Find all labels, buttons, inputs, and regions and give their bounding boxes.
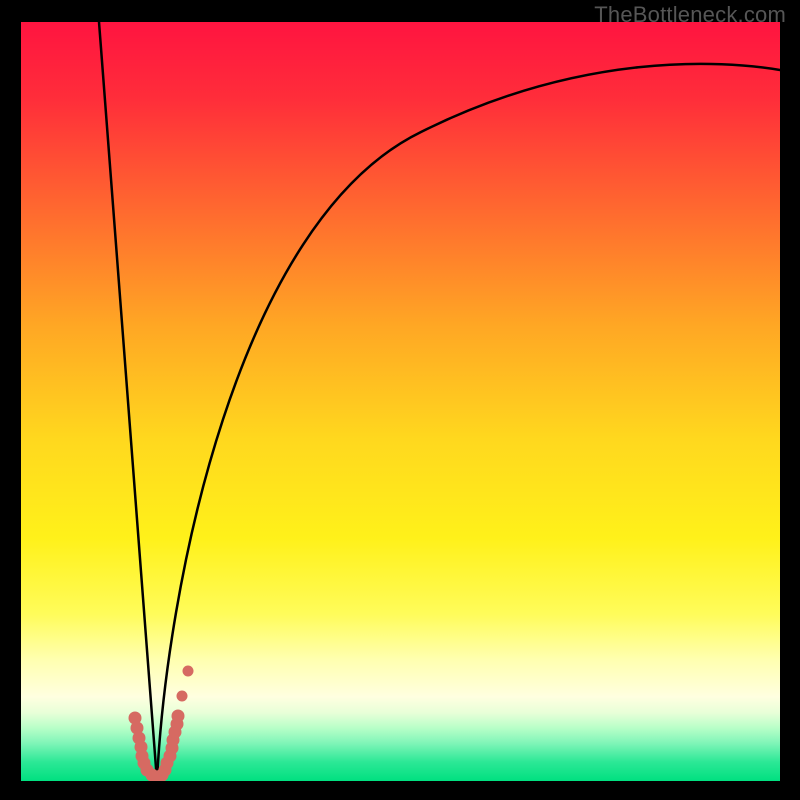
gradient-background xyxy=(21,22,780,781)
marker-dot xyxy=(177,691,188,702)
watermark-text: TheBottleneck.com xyxy=(594,2,786,28)
plot-svg xyxy=(21,22,780,781)
plot-area xyxy=(21,22,780,781)
marker-dot xyxy=(183,666,194,677)
chart-stage: TheBottleneck.com xyxy=(0,0,800,800)
marker-dot xyxy=(172,710,185,723)
